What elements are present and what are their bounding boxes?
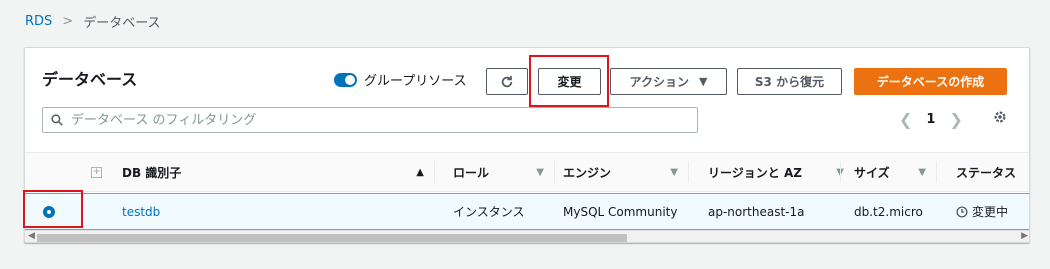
refresh-button[interactable] (486, 68, 528, 95)
engine-header-label: エンジン (563, 165, 612, 180)
db-identifier-header-label: DB 識別子 (122, 165, 182, 180)
column-header-status[interactable]: ステータス ▼ (956, 153, 1029, 191)
column-header-db-identifier[interactable]: DB 識別子 ▲ (122, 153, 434, 191)
column-header-size[interactable]: サイズ ▼ (854, 153, 936, 191)
region-header-label: リージョンと AZ (708, 165, 802, 180)
highlight-box-radio (23, 190, 83, 228)
panel-title: データベース (42, 70, 138, 89)
search-icon (51, 114, 63, 126)
actions-label: アクション (629, 75, 689, 89)
next-page-icon[interactable]: ❯ (949, 110, 962, 129)
sort-asc-icon: ▲ (416, 166, 424, 178)
sort-icon: ▼ (670, 166, 678, 178)
group-resources-toggle[interactable]: グループリソース (334, 70, 467, 89)
select-all-checkbox[interactable]: + (91, 153, 102, 191)
settings-gear-icon[interactable] (993, 110, 1007, 124)
databases-panel: データベース グループリソース 変更 アクション ▼ S3 から復元 データベー… (24, 47, 1030, 243)
breadcrumb-rds-link[interactable]: RDS (25, 14, 52, 29)
create-database-button[interactable]: データベースの作成 (854, 68, 1007, 95)
clock-icon (956, 205, 968, 218)
highlight-box-modify (529, 55, 609, 107)
cell-role: インスタンス (453, 205, 525, 219)
prev-page-icon[interactable]: ❮ (899, 110, 912, 129)
table-header: + DB 識別子 ▲ ロール ▼ エンジン ▼ リージョンと AZ ▼ サイズ … (25, 152, 1029, 192)
column-header-region[interactable]: リージョンと AZ ▼ (708, 153, 844, 191)
sort-icon: ▼ (536, 166, 544, 178)
pagination: ❮ 1 ❯ (899, 110, 963, 129)
cell-status: 変更中 (956, 194, 1008, 229)
s3-restore-button[interactable]: S3 から復元 (737, 68, 842, 95)
breadcrumb-separator: > (62, 13, 74, 29)
cell-size: db.t2.micro (854, 204, 923, 219)
filter-input[interactable] (71, 112, 671, 128)
db-identifier-link[interactable]: testdb (122, 194, 160, 229)
caret-down-icon: ▼ (698, 75, 708, 88)
status-header-label: ステータス (956, 165, 1017, 180)
scroll-thumb[interactable] (37, 234, 627, 242)
size-header-label: サイズ (854, 165, 890, 180)
toggle-switch[interactable] (334, 72, 357, 87)
column-header-engine[interactable]: エンジン ▼ (563, 153, 688, 191)
horizontal-scrollbar[interactable]: ◀ ▶ (25, 230, 1029, 242)
sort-icon: ▼ (918, 166, 926, 178)
breadcrumb-current: データベース (83, 15, 161, 31)
breadcrumb: RDS > データベース (25, 11, 161, 31)
table-row[interactable]: testdb インスタンス MySQL Community ap-northea… (25, 193, 1029, 230)
filter-search[interactable] (42, 107, 698, 133)
refresh-icon (501, 75, 513, 87)
scroll-left-icon[interactable]: ◀ (28, 231, 35, 241)
actions-button[interactable]: アクション ▼ (610, 68, 727, 95)
current-page[interactable]: 1 (926, 112, 935, 127)
scroll-right-icon[interactable]: ▶ (1021, 231, 1028, 241)
group-resources-label: グループリソース (364, 74, 467, 89)
status-text: 変更中 (972, 205, 1009, 219)
role-header-label: ロール (453, 165, 490, 180)
column-header-role[interactable]: ロール ▼ (453, 153, 554, 191)
cell-engine: MySQL Community (563, 204, 678, 219)
cell-region: ap-northeast-1a (708, 204, 805, 219)
